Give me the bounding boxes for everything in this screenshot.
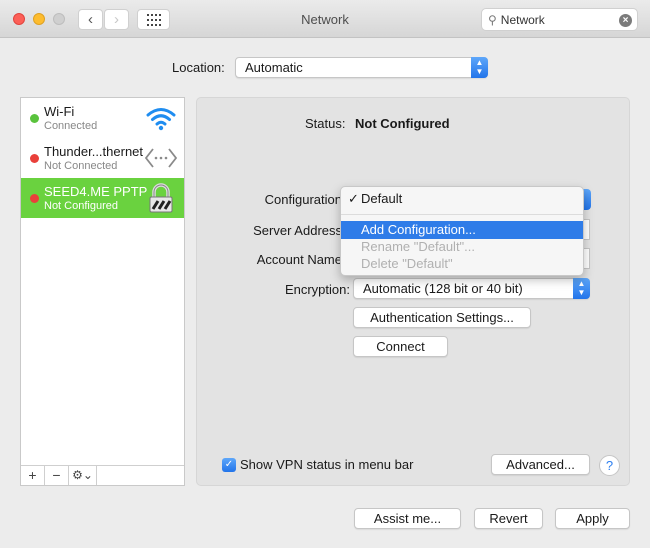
menu-item-label: Default	[361, 191, 403, 206]
vpn-lock-icon	[149, 183, 173, 213]
service-item-seed4me-pptp[interactable]: SEED4.ME PPTP Not Configured	[21, 178, 184, 218]
service-item-thunderbolt-ethernet[interactable]: Thunder...thernet Not Connected	[21, 138, 184, 178]
menu-item-delete: Delete "Default"	[361, 256, 453, 271]
help-button[interactable]: ?	[599, 455, 620, 476]
checkmark-icon: ✓	[348, 191, 359, 206]
status-label: Status:	[305, 116, 346, 131]
checkmark-icon: ✓	[222, 457, 236, 472]
action-menu-button[interactable]: ⚙⌄	[69, 466, 97, 485]
search-field[interactable]: ⚲ Network ×	[481, 8, 638, 31]
updown-arrows-icon: ▲ ▼	[471, 57, 488, 78]
title-bar: ‹ › Network ⚲ Network ×	[0, 0, 650, 38]
show-vpn-status-checkbox[interactable]: ✓ Show VPN status in menu bar	[222, 457, 413, 472]
status-dot	[30, 194, 39, 203]
service-list: Wi-Fi Connected Thunder...thernet Not Co…	[20, 97, 185, 486]
search-icon: ⚲	[488, 12, 497, 27]
service-list-toolbar: + − ⚙⌄	[21, 465, 184, 485]
updown-arrows-icon: ▲ ▼	[573, 278, 590, 299]
location-popup[interactable]: Automatic ▲ ▼	[235, 57, 488, 78]
ethernet-icon	[144, 148, 178, 168]
advanced-button[interactable]: Advanced...	[491, 454, 590, 475]
status-dot	[30, 154, 39, 163]
configuration-menu: ✓ Default Add Configuration... Rename "D…	[340, 186, 584, 276]
gear-icon: ⚙⌄	[72, 468, 93, 482]
add-service-button[interactable]: +	[21, 466, 45, 485]
service-name: Thunder...thernet	[44, 144, 144, 159]
service-name: SEED4.ME PPTP	[44, 184, 148, 199]
menu-item-rename: Rename "Default"...	[361, 239, 476, 254]
status-value: Not Configured	[355, 116, 450, 131]
encryption-popup[interactable]: Automatic (128 bit or 40 bit) ▲ ▼	[353, 278, 590, 299]
location-label: Location:	[172, 60, 225, 75]
encryption-label: Encryption:	[284, 282, 350, 297]
account-name-label: Account Name	[256, 252, 342, 267]
show-vpn-status-label: Show VPN status in menu bar	[240, 457, 414, 472]
encryption-value: Automatic (128 bit or 40 bit)	[363, 281, 523, 296]
plus-icon: +	[28, 467, 37, 483]
wifi-icon	[146, 108, 176, 131]
assist-me-button[interactable]: Assist me...	[354, 508, 461, 529]
service-name: Wi-Fi	[44, 104, 75, 119]
revert-button[interactable]: Revert	[474, 508, 543, 529]
minus-icon: −	[52, 467, 61, 483]
server-address-label: Server Address	[253, 223, 342, 238]
configuration-label: Configuration	[264, 192, 342, 207]
connect-button[interactable]: Connect	[353, 336, 448, 357]
menu-item-add-configuration[interactable]: Add Configuration...	[341, 221, 583, 239]
clear-search-icon[interactable]: ×	[619, 14, 632, 27]
service-status: Not Connected	[44, 160, 118, 172]
service-item-wifi[interactable]: Wi-Fi Connected	[21, 98, 184, 138]
menu-item-default[interactable]: ✓ Default	[341, 190, 583, 208]
remove-service-button[interactable]: −	[45, 466, 69, 485]
service-status: Not Configured	[44, 200, 118, 212]
location-value: Automatic	[245, 60, 303, 75]
authentication-settings-button[interactable]: Authentication Settings...	[353, 307, 531, 328]
status-dot	[30, 114, 39, 123]
service-status: Connected	[44, 120, 98, 132]
menu-separator	[341, 214, 583, 215]
apply-button[interactable]: Apply	[555, 508, 630, 529]
search-input[interactable]: Network	[501, 13, 545, 27]
network-preferences-window: ‹ › Network ⚲ Network × Location: Automa…	[0, 0, 650, 548]
